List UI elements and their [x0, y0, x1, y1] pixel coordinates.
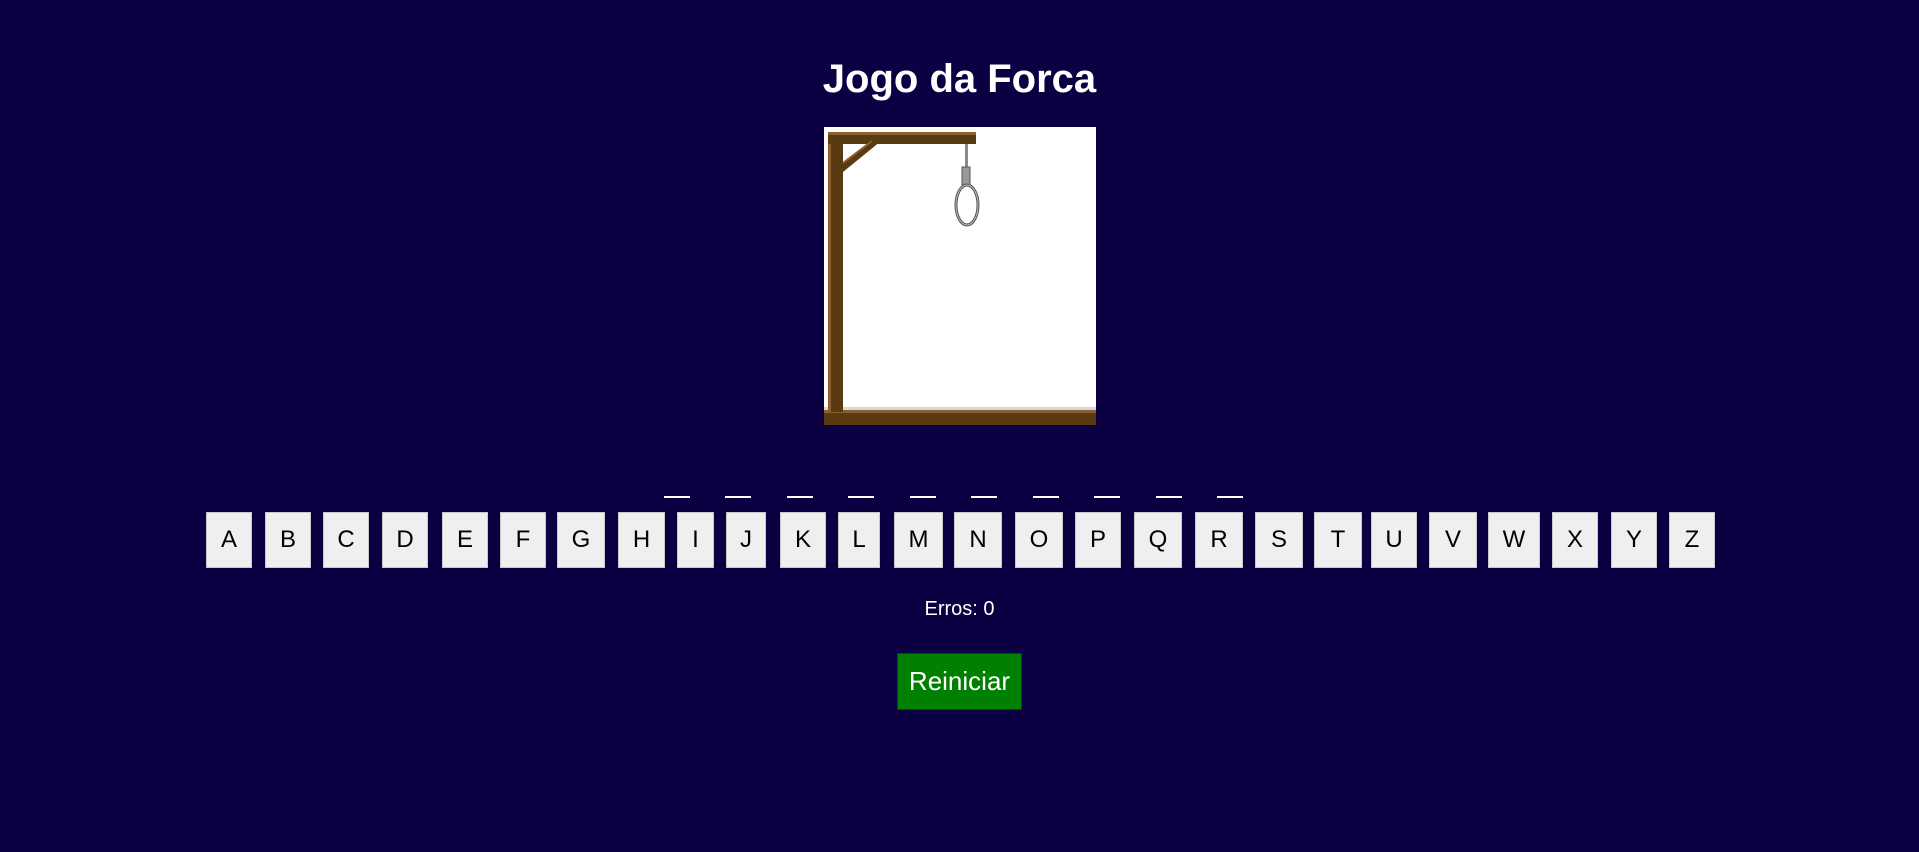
letter-key-p[interactable]: P: [1075, 512, 1121, 568]
letter-key-t[interactable]: T: [1314, 512, 1362, 568]
letter-key-y[interactable]: Y: [1611, 512, 1657, 568]
letter-key-r[interactable]: R: [1195, 512, 1243, 568]
word-slot: [1217, 496, 1243, 498]
letter-key-q[interactable]: Q: [1134, 512, 1182, 568]
letter-key-i[interactable]: I: [677, 512, 714, 568]
letter-key-l[interactable]: L: [838, 512, 880, 568]
letter-key-n[interactable]: N: [954, 512, 1002, 568]
letter-key-a[interactable]: A: [206, 512, 252, 568]
letter-key-v[interactable]: V: [1429, 512, 1477, 568]
letter-key-f[interactable]: F: [500, 512, 546, 568]
word-slot: [1094, 496, 1120, 498]
letter-key-x[interactable]: X: [1552, 512, 1598, 568]
word-slot: [971, 496, 997, 498]
letter-key-h[interactable]: H: [618, 512, 665, 568]
gallows-image: [824, 127, 1096, 425]
errors-counter: Erros: 0: [924, 598, 995, 620]
letter-key-u[interactable]: U: [1371, 512, 1417, 568]
word-slot: [725, 496, 751, 498]
letter-key-c[interactable]: C: [323, 512, 369, 568]
word-slot: [1156, 496, 1182, 498]
letter-key-s[interactable]: S: [1255, 512, 1303, 568]
letter-key-d[interactable]: D: [382, 512, 428, 568]
letter-key-b[interactable]: B: [265, 512, 311, 568]
word-slot: [787, 496, 813, 498]
letter-keyboard: ABCDEFGHIJKLMNOPQRSTUVWXYZ: [0, 512, 1919, 570]
word-slots: [0, 496, 1919, 510]
word-slot: [1033, 496, 1059, 498]
word-slot: [910, 496, 936, 498]
letter-key-o[interactable]: O: [1015, 512, 1063, 568]
gallows-icon: [824, 132, 1096, 425]
page-title: Jogo da Forca: [822, 57, 1097, 101]
restart-button[interactable]: Reiniciar: [897, 653, 1022, 710]
word-slot: [848, 496, 874, 498]
letter-key-w[interactable]: W: [1488, 512, 1540, 568]
letter-key-z[interactable]: Z: [1669, 512, 1715, 568]
letter-key-j[interactable]: J: [726, 512, 766, 568]
word-slot: [664, 496, 690, 498]
letter-key-k[interactable]: K: [780, 512, 826, 568]
letter-key-e[interactable]: E: [442, 512, 488, 568]
letter-key-g[interactable]: G: [557, 512, 605, 568]
letter-key-m[interactable]: M: [894, 512, 943, 568]
